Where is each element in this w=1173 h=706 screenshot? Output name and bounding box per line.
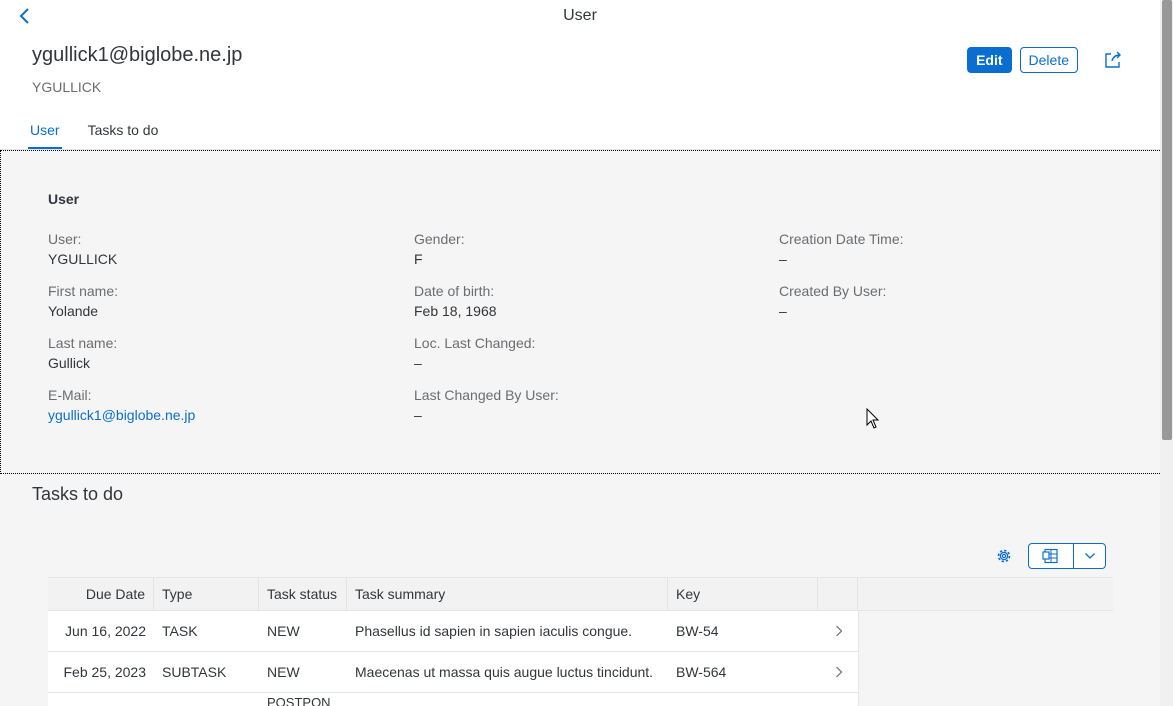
- edit-button[interactable]: Edit: [967, 47, 1012, 73]
- user-section: User User: YGULLICK First name: Yolande …: [0, 150, 1162, 474]
- cell-task-status: POSTPON: [267, 695, 331, 706]
- delete-button[interactable]: Delete: [1019, 47, 1078, 73]
- table-body: Jun 16, 2022 TASK NEW Phasellus id sapie…: [48, 611, 858, 706]
- field-created-by: Created By User: –: [779, 283, 886, 319]
- export-button-group: [1028, 543, 1106, 569]
- column-header-nav: [818, 578, 858, 611]
- field-last-name: Last name: Gullick: [48, 335, 117, 371]
- field-email: E-Mail: ygullick1@biglobe.ne.jp: [48, 387, 195, 423]
- field-label: E-Mail:: [48, 387, 92, 403]
- scrollbar-thumb[interactable]: [1162, 0, 1172, 440]
- chevron-right-icon: [836, 625, 843, 637]
- cell-due-date: Feb 25, 2023: [63, 664, 146, 680]
- share-button[interactable]: [1102, 49, 1124, 71]
- field-value: F: [414, 251, 423, 267]
- header-actions: Edit Delete: [967, 47, 1124, 73]
- section-title: User: [48, 191, 80, 207]
- email-link[interactable]: ygullick1@biglobe.ne.jp: [48, 407, 195, 423]
- field-label: Loc. Last Changed:: [414, 335, 536, 351]
- object-header: ygullick1@biglobe.ne.jp YGULLICK Edit De…: [0, 32, 1160, 150]
- field-value: Feb 18, 1968: [414, 303, 497, 319]
- field-creation-date-time: Creation Date Time: –: [779, 231, 904, 267]
- export-button[interactable]: [1029, 544, 1074, 568]
- cell-key: BW-564: [676, 664, 727, 680]
- tab-tasks-to-do[interactable]: Tasks to do: [86, 121, 161, 150]
- column-header-key[interactable]: Key: [668, 578, 818, 611]
- table-header: Due Date Type Task status Task summary K…: [48, 577, 1113, 611]
- field-last-changed-by: Last Changed By User: –: [414, 387, 559, 423]
- field-loc-last-changed: Loc. Last Changed: –: [414, 335, 535, 371]
- field-label: Last name:: [48, 335, 118, 351]
- field-value: –: [779, 303, 787, 319]
- column-header-due-date[interactable]: Due Date: [48, 578, 154, 611]
- field-value: –: [414, 355, 422, 371]
- field-gender: Gender: F: [414, 231, 465, 267]
- field-label: Last Changed By User:: [414, 387, 559, 403]
- chevron-down-icon: [1084, 553, 1095, 559]
- field-value: YGULLICK: [48, 251, 118, 267]
- field-label: First name:: [48, 283, 119, 299]
- chevron-right-icon: [836, 666, 843, 678]
- cell-task-summary: Maecenas ut massa quis augue luctus tinc…: [355, 664, 654, 680]
- cell-type: SUBTASK: [162, 664, 227, 680]
- cell-task-status: NEW: [267, 623, 300, 639]
- field-date-of-birth: Date of birth: Feb 18, 1968: [414, 283, 497, 319]
- column-header-task-status[interactable]: Task status: [259, 578, 347, 611]
- field-label: Created By User:: [779, 283, 887, 299]
- object-subtitle: YGULLICK: [32, 79, 102, 95]
- column-header-task-summary[interactable]: Task summary: [347, 578, 668, 611]
- cell-due-date: Jun 16, 2022: [65, 623, 146, 639]
- cell-task-summary: Phasellus id sapien in sapien iaculis co…: [355, 623, 633, 639]
- cell-key: BW-54: [676, 623, 719, 639]
- table-settings-button[interactable]: [992, 544, 1016, 568]
- field-value: Yolande: [48, 303, 99, 319]
- field-label: Gender:: [414, 231, 465, 247]
- table-row[interactable]: POSTPON: [48, 693, 858, 706]
- table-empty-area: [858, 611, 1113, 706]
- shell-bar: User: [0, 0, 1160, 32]
- tasks-table: Due Date Type Task status Task summary K…: [48, 577, 1113, 706]
- tasks-section-title: Tasks to do: [32, 484, 124, 504]
- field-first-name: First name: Yolande: [48, 283, 118, 319]
- cell-type: TASK: [162, 623, 198, 639]
- gear-icon: [997, 549, 1011, 563]
- vertical-scrollbar[interactable]: [1160, 0, 1173, 706]
- table-row[interactable]: Jun 16, 2022 TASK NEW Phasellus id sapie…: [48, 611, 858, 652]
- table-row[interactable]: Feb 25, 2023 SUBTASK NEW Maecenas ut mas…: [48, 652, 858, 693]
- page-title: User: [563, 7, 597, 24]
- field-value: Gullick: [48, 355, 91, 371]
- column-header-type[interactable]: Type: [154, 578, 259, 611]
- share-icon: [1105, 51, 1121, 68]
- tab-user[interactable]: User: [28, 121, 62, 150]
- object-title: ygullick1@biglobe.ne.jp: [32, 44, 243, 66]
- export-dropdown-button[interactable]: [1074, 544, 1105, 568]
- field-user: User: YGULLICK: [48, 231, 117, 267]
- tab-bar: User Tasks to do: [28, 121, 184, 150]
- field-value: –: [779, 251, 787, 267]
- field-label: User:: [48, 231, 82, 247]
- field-label: Date of birth:: [414, 283, 495, 299]
- spreadsheet-export-icon: [1042, 548, 1058, 564]
- field-value: –: [414, 407, 422, 423]
- field-label: Creation Date Time:: [779, 231, 904, 247]
